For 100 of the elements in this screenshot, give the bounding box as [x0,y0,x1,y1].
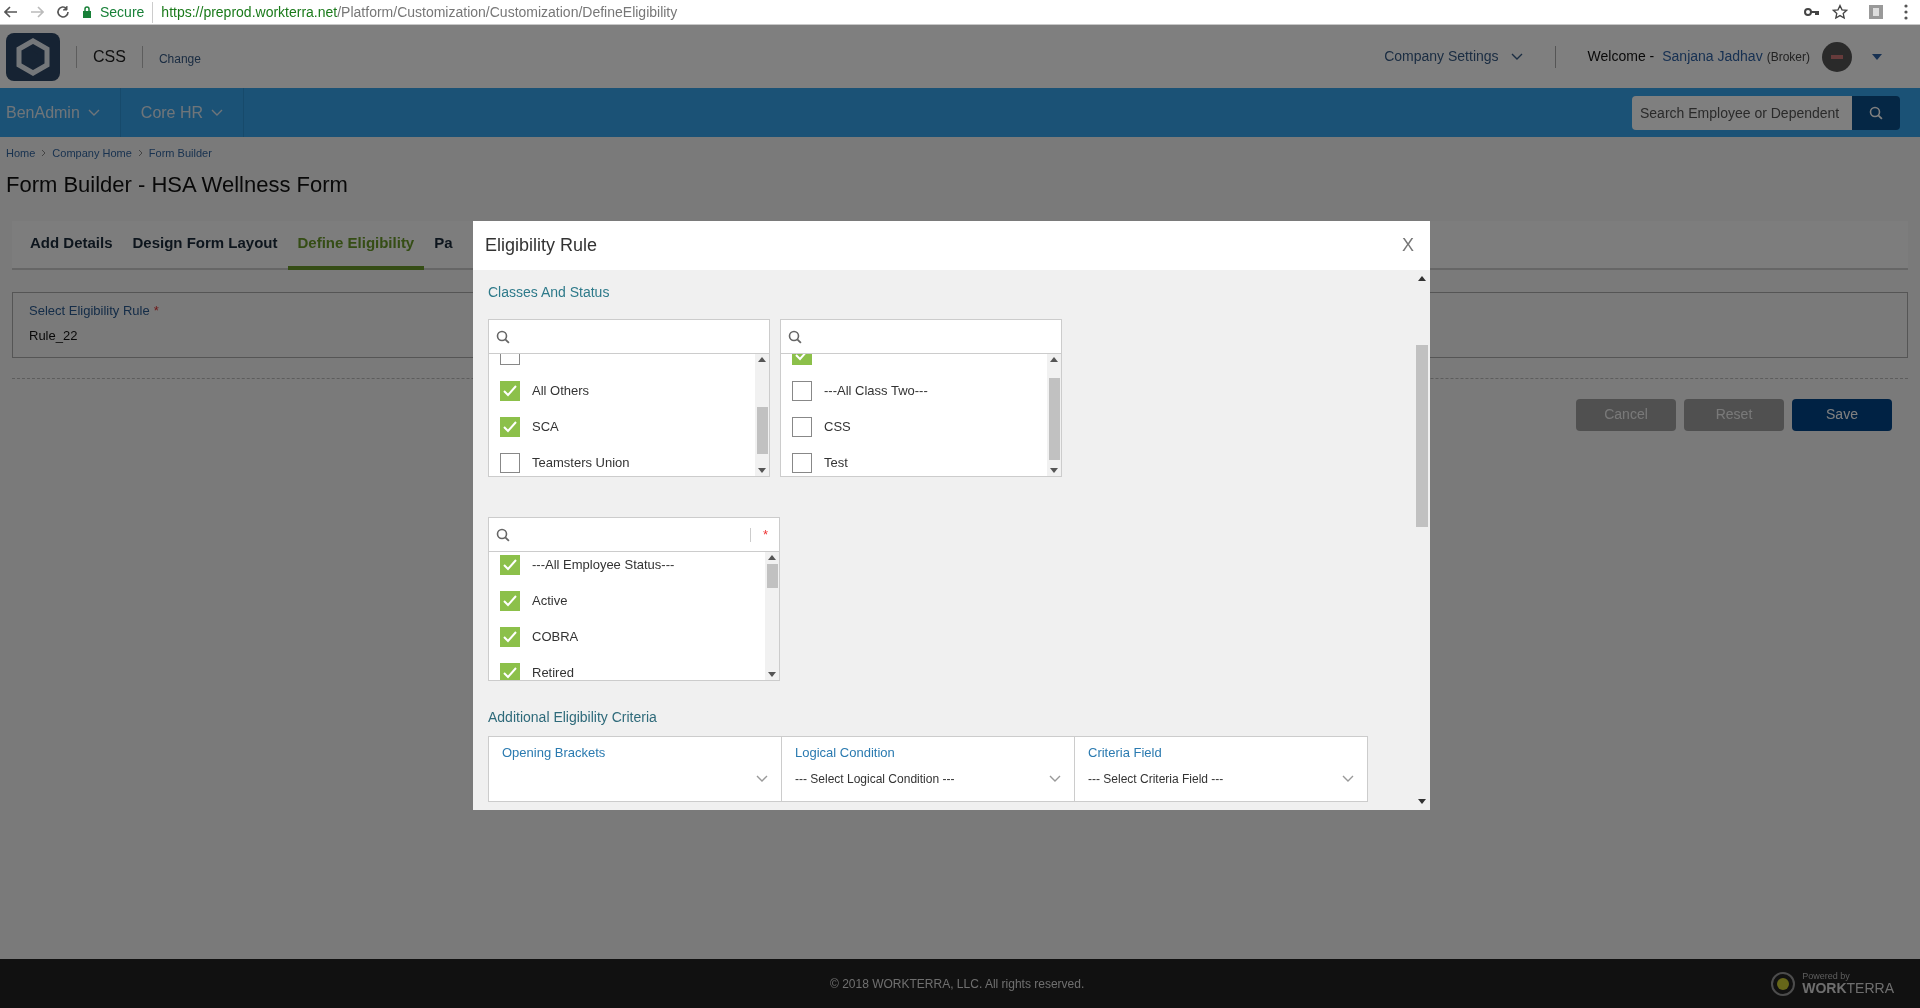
tab[interactable]: Design Form Layout [122,220,288,270]
checkmark-icon [503,385,517,397]
option-label: COBRA [532,628,579,647]
section-title: Classes And Status [488,283,611,302]
scrollbar[interactable] [1047,354,1061,476]
section-title: Additional Eligibility Criteria [488,708,658,727]
search-icon [1869,105,1883,120]
checkmark-icon [503,421,517,433]
field-label: Logical Condition [795,744,896,762]
option-label: Active [532,592,568,611]
down-arrow-icon [768,672,776,677]
scroll-thumb[interactable] [756,407,768,454]
checkbox[interactable] [500,555,520,575]
action-button[interactable]: Save [1792,398,1892,431]
up-arrow-icon [758,357,766,362]
tab[interactable]: Define Eligibility [287,220,425,270]
checkbox[interactable] [500,381,520,401]
modal-title: Eligibility Rule [485,234,599,257]
star-icon [1832,4,1848,20]
up-arrow-icon [1418,276,1426,281]
select-field[interactable]: --- Select Logical Condition --- [795,768,1061,789]
checkbox[interactable] [500,453,520,473]
chevron-down-icon [211,108,224,117]
checkmark-icon [503,667,517,679]
user-name[interactable]: Sanjana Jadhav [1662,46,1763,67]
brand-name: WORKTERRA [1802,981,1894,995]
welcome-label: Welcome - [1587,47,1655,66]
more-vertical-icon [1904,4,1908,20]
required-mark: * [761,525,769,544]
chevron-down-icon [1510,52,1523,61]
scroll-thumb[interactable] [1416,345,1428,527]
checkmark-icon [503,631,517,643]
down-arrow-icon [1050,468,1058,473]
user-role: (Broker) [1766,48,1810,66]
avatar-icon [1822,41,1852,72]
search-icon [788,329,802,344]
search-button[interactable] [1852,95,1900,130]
option-label: All Others [532,382,590,401]
checkbox[interactable] [792,381,812,401]
company-settings-menu[interactable]: Company Settings [1384,46,1523,67]
url-text[interactable]: https://preprod.workterra.net/Platform/Customization/Customization/DefineEligibility [161,1,678,23]
checkbox[interactable] [500,627,520,647]
company-name: CSS [92,46,127,67]
option-label: Retired [532,664,574,680]
checkbox[interactable] [500,663,520,680]
back-arrow-icon [4,6,18,18]
checkbox[interactable] [500,591,520,611]
forward-arrow-icon [30,6,44,18]
chevron-down-icon [1049,774,1061,783]
search-field[interactable]: * [489,518,779,552]
option-label: SCA [532,418,559,437]
security-label: Secure [100,1,154,23]
field-label: Opening Brackets [502,744,607,762]
close-button[interactable]: X [1398,232,1418,259]
checkbox[interactable] [500,417,520,437]
tab[interactable]: Pa [424,220,463,270]
key-icon [1804,7,1820,17]
down-arrow-icon [1418,799,1426,804]
select-field[interactable]: --- Select Criteria Field --- [1088,768,1354,789]
lock-icon [82,6,92,18]
scroll-thumb[interactable] [766,564,778,588]
option-label: ---All Employee Status--- [532,556,675,575]
field-value: Rule_22 [29,327,78,345]
up-arrow-icon [768,555,776,560]
checkbox[interactable] [792,453,812,473]
caret-icon [1872,53,1882,60]
option-label: CSS [824,418,851,437]
tab[interactable]: Add Details [20,220,123,270]
chevron-right-icon [137,149,143,158]
checkmark-icon [503,559,517,571]
scrollbar[interactable] [765,552,779,680]
change-link[interactable]: Change [142,49,217,68]
chevron-down-icon [87,108,100,117]
required-mark: * [153,301,159,320]
checkbox[interactable] [792,417,812,437]
powered-by-text: Powered by [1802,972,1851,981]
breadcrumb-link[interactable]: Home [6,145,36,162]
extension-icon [1868,4,1884,20]
scrollbar[interactable] [755,354,769,476]
chevron-down-icon [1342,774,1354,783]
chevron-down-icon [756,774,768,783]
page-title: Form Builder - HSA Wellness Form [6,170,349,199]
brand-icon [1770,970,1797,997]
breadcrumb-link[interactable]: Form Builder [148,145,212,162]
breadcrumb-link[interactable]: Company Home [52,145,132,162]
search-icon [496,329,510,344]
logo-icon [6,32,60,81]
search-field[interactable]: Search Employee or Dependent [1632,95,1852,130]
field-label: Select Eligibility Rule [29,301,150,320]
option-label: ---All Class Two--- [824,382,928,401]
checkmark-icon [503,595,517,607]
down-arrow-icon [758,468,766,473]
copyright-text: © 2018 WORKTERRA, LLC. All rights reserved. [830,975,1085,993]
scroll-thumb[interactable] [1048,378,1060,460]
up-arrow-icon [1050,357,1058,362]
option-label: Teamsters Union [532,454,630,473]
search-icon [496,527,510,542]
option-label: Test [824,454,848,473]
chevron-right-icon [41,149,47,158]
field-label: Criteria Field [1088,744,1163,762]
